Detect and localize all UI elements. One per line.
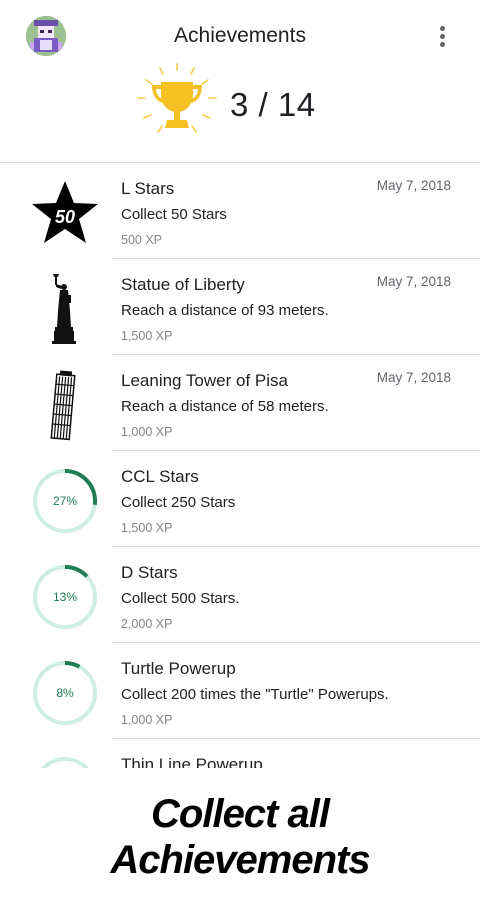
list-item[interactable]: Statue of Liberty Reach a distance of 93… [0,259,480,355]
achievement-description: Collect 250 Stars [121,494,236,511]
progress-ring: 8% [26,655,104,731]
leaning-tower-icon [26,367,104,443]
achievement-description: Collect 200 times the "Turtle" Powerups. [121,686,389,703]
progress-label: 8% [56,686,74,700]
achievement-date: May 7, 2018 [376,370,451,385]
list-item[interactable]: 8% Turtle Powerup Collect 200 times the … [0,643,480,739]
statue-of-liberty-icon [26,271,104,347]
achievements-summary: 3 / 14 [0,60,480,160]
page-title: Achievements [174,24,306,47]
trophy-icon [132,60,222,146]
star-50-label: 50 [55,207,75,227]
progress-label: 13% [53,590,77,604]
more-vert-icon[interactable] [428,22,456,50]
achievement-xp: 1,000 XP [121,713,173,727]
achievement-name: D Stars [121,563,178,582]
achievement-description: Collect 50 Stars [121,206,227,223]
list-item[interactable]: 50 L Stars Collect 50 Stars 500 XP May 7… [0,163,480,259]
achievement-name: Leaning Tower of Pisa [121,371,288,390]
achievement-description: Reach a distance of 93 meters. [121,302,329,319]
achievement-description: Reach a distance of 58 meters. [121,398,329,415]
achievement-xp: 1,500 XP [121,521,173,535]
caption-line-2: Achievements [110,838,370,882]
list-item[interactable]: Leaning Tower of Pisa Reach a distance o… [0,355,480,451]
achievement-description: Collect 500 Stars. [121,590,240,607]
list-item[interactable]: 13% D Stars Collect 500 Stars. 2,000 XP [0,547,480,643]
progress-label: 27% [53,494,77,508]
achievement-name: Thin Line Powerup [121,755,263,768]
progress-ring [26,751,104,768]
caption-line-1: Collect all [151,792,330,836]
achievement-xp: 1,000 XP [121,425,173,439]
list-item[interactable]: 27% CCL Stars Collect 250 Stars 1,500 XP [0,451,480,547]
achievement-date: May 7, 2018 [376,178,451,193]
achievement-name: Statue of Liberty [121,275,245,294]
achievements-count: 3 / 14 [230,86,316,123]
achievements-list[interactable]: 50 L Stars Collect 50 Stars 500 XP May 7… [0,163,480,768]
list-item[interactable]: Thin Line Powerup [0,739,480,768]
star-50-icon: 50 [26,175,104,251]
achievement-xp: 1,500 XP [121,329,173,343]
progress-ring: 13% [26,559,104,635]
achievement-name: L Stars [121,179,175,198]
achievement-name: Turtle Powerup [121,659,236,678]
progress-ring: 27% [26,463,104,539]
achievement-date: May 7, 2018 [376,274,451,289]
achievement-xp: 2,000 XP [121,617,173,631]
achievement-xp: 500 XP [121,233,163,247]
achievement-name: CCL Stars [121,467,199,486]
promo-caption: Collect all Achievements [0,768,480,903]
